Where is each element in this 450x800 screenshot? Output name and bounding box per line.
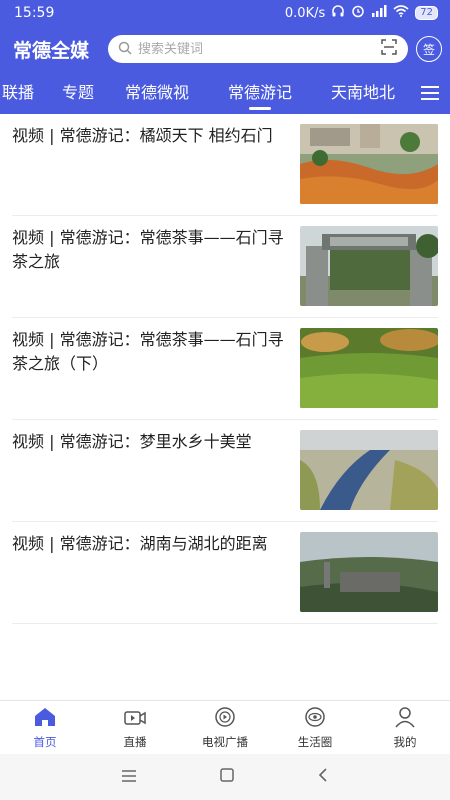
- nav-life-circle[interactable]: 生活圈: [270, 701, 360, 754]
- tab-tiannan-dibei[interactable]: 天南地北: [331, 72, 395, 114]
- network-speed: 0.0K/s: [284, 5, 326, 21]
- tab-changde-youji[interactable]: 常德游记: [228, 72, 292, 114]
- search-bar[interactable]: [108, 35, 408, 63]
- nav-home[interactable]: 首页: [0, 701, 90, 754]
- search-input[interactable]: [138, 41, 374, 57]
- signal-icon: [371, 5, 387, 21]
- nav-mine[interactable]: 我的: [360, 701, 450, 754]
- system-navigation-bar: [0, 754, 450, 800]
- status-time: 15:59: [14, 5, 55, 21]
- home-button-icon[interactable]: [219, 767, 235, 787]
- nav-label: 我的: [393, 734, 417, 749]
- nav-label: 电视广播: [202, 734, 248, 749]
- article-title: 视频 | 常德游记：梦里水乡十美堂: [12, 432, 252, 451]
- live-camera-icon: [123, 706, 147, 731]
- list-item[interactable]: 视频 | 常德游记：常德茶事——石门寻茶之旅: [12, 216, 438, 318]
- battery-indicator: 72: [415, 6, 438, 20]
- category-tabs: 联播 专题 常德微视 常德游记 天南地北: [0, 72, 450, 114]
- tv-broadcast-icon: [213, 706, 237, 731]
- bottom-navigation: 首页 直播 电视广播 生活圈 我的: [0, 700, 450, 754]
- article-title: 视频 | 常德游记：常德茶事——石门寻茶之旅: [12, 228, 284, 271]
- list-item[interactable]: 视频 | 常德游记：湖南与湖北的距离: [12, 522, 438, 624]
- back-icon[interactable]: [316, 767, 330, 787]
- article-thumbnail: [300, 328, 438, 408]
- article-title: 视频 | 常德游记：湖南与湖北的距离: [12, 534, 268, 553]
- status-bar: 15:59 0.0K/s 72: [0, 0, 450, 26]
- user-icon: [393, 706, 417, 731]
- article-title: 视频 | 常德游记：橘颂天下 相约石门: [12, 126, 273, 145]
- life-circle-icon: [303, 706, 327, 731]
- nav-live[interactable]: 直播: [90, 701, 180, 754]
- app-header: 常德全媒 签: [0, 26, 450, 72]
- nav-label: 首页: [33, 734, 57, 749]
- alarm-icon: [351, 4, 365, 22]
- article-thumbnail: [300, 430, 438, 510]
- scan-icon[interactable]: [380, 38, 398, 60]
- list-item[interactable]: 视频 | 常德游记：梦里水乡十美堂: [12, 420, 438, 522]
- home-icon: [33, 706, 57, 731]
- app-logo: 常德全媒: [12, 39, 89, 62]
- tab-zhuanti[interactable]: 专题: [62, 72, 94, 114]
- article-list: 视频 | 常德游记：橘颂天下 相约石门 视频 | 常德游记：常德茶事——石门寻茶…: [0, 114, 450, 624]
- article-thumbnail: [300, 226, 438, 306]
- article-title: 视频 | 常德游记：常德茶事——石门寻茶之旅（下）: [12, 330, 284, 373]
- list-item[interactable]: 视频 | 常德游记：橘颂天下 相约石门: [12, 114, 438, 216]
- article-thumbnail: [300, 532, 438, 612]
- search-icon: [118, 40, 132, 59]
- nav-label: 直播: [123, 734, 147, 749]
- nav-tv-broadcast[interactable]: 电视广播: [180, 701, 270, 754]
- headphone-icon: [331, 4, 345, 22]
- article-thumbnail: [300, 124, 438, 204]
- nav-label: 生活圈: [297, 734, 333, 749]
- menu-icon[interactable]: [420, 72, 440, 114]
- top-bar: 15:59 0.0K/s 72 常德全媒 搜索关键词 签 联播 专题 常德微视 …: [0, 0, 450, 114]
- recent-apps-icon[interactable]: [120, 768, 138, 787]
- sign-in-button[interactable]: 签: [416, 36, 442, 62]
- tab-lianbo[interactable]: 联播: [2, 72, 34, 114]
- list-item[interactable]: 视频 | 常德游记：常德茶事——石门寻茶之旅（下）: [12, 318, 438, 420]
- tab-changde-weishi[interactable]: 常德微视: [125, 72, 189, 114]
- wifi-icon: [393, 5, 409, 21]
